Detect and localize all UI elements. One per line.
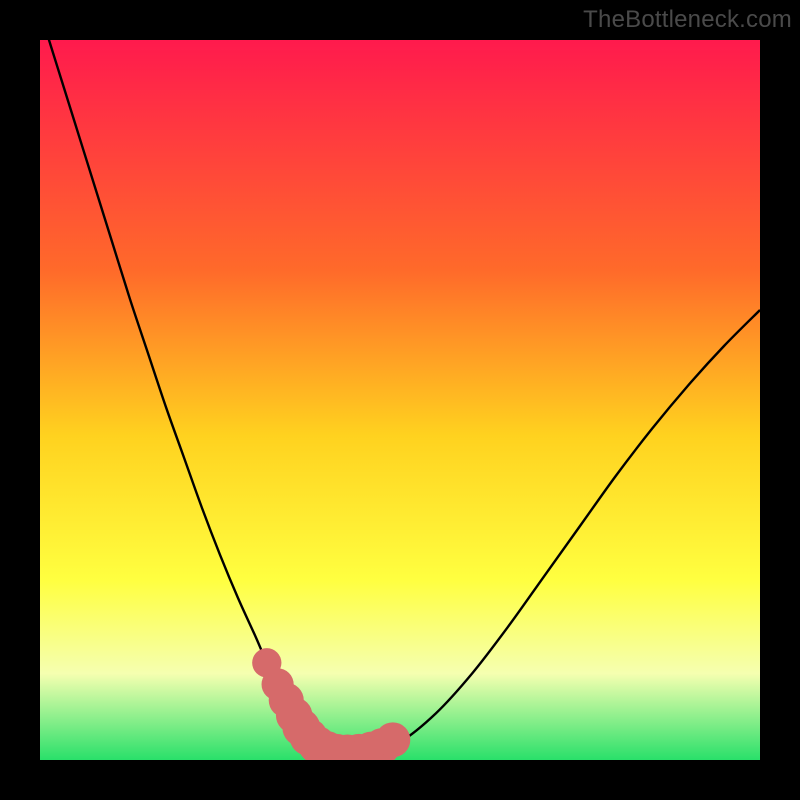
- gradient-background: [40, 40, 760, 760]
- chart-svg: [40, 40, 760, 760]
- plot-area: [40, 40, 760, 760]
- highlight-dot: [375, 722, 410, 757]
- watermark-text: TheBottleneck.com: [583, 6, 792, 34]
- chart-frame: TheBottleneck.com: [0, 0, 800, 800]
